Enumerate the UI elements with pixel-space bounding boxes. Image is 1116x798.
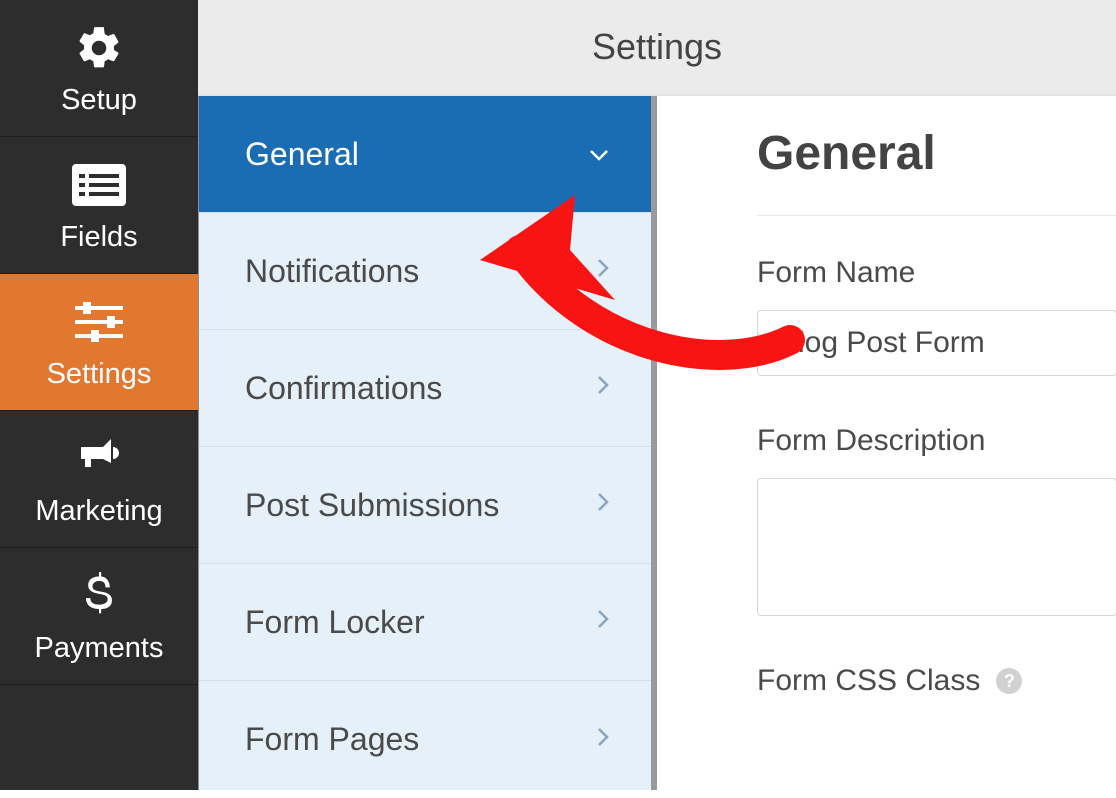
chevron-down-icon — [589, 141, 609, 167]
form-description-input[interactable] — [757, 478, 1116, 616]
sidebar-item-marketing[interactable]: Marketing — [0, 411, 198, 548]
settings-item-label: Notifications — [245, 253, 419, 290]
divider — [757, 215, 1116, 216]
settings-item-label: Confirmations — [245, 370, 442, 407]
sidebar-item-label: Payments — [35, 632, 164, 665]
list-icon — [71, 157, 127, 213]
bullhorn-icon — [72, 431, 126, 487]
settings-item-general[interactable]: General — [199, 96, 651, 213]
sidebar-item-payments[interactable]: Payments — [0, 548, 198, 685]
chevron-right-icon — [597, 492, 609, 518]
main-sidebar: Setup Fields Settings Marketing Payments — [0, 0, 198, 790]
sidebar-item-settings[interactable]: Settings — [0, 274, 198, 411]
sidebar-item-fields[interactable]: Fields — [0, 137, 198, 274]
settings-item-form-pages[interactable]: Form Pages — [199, 681, 651, 798]
form-description-label: Form Description — [757, 424, 1116, 458]
settings-item-label: Post Submissions — [245, 487, 499, 524]
settings-item-form-locker[interactable]: Form Locker — [199, 564, 651, 681]
chevron-right-icon — [597, 727, 609, 753]
settings-item-label: Form Pages — [245, 721, 419, 758]
settings-subpanel: General Notifications Confirmations Post… — [198, 96, 657, 790]
dollar-icon — [81, 568, 117, 624]
sidebar-item-label: Settings — [47, 358, 152, 391]
chevron-right-icon — [597, 258, 609, 284]
sliders-icon — [71, 294, 127, 350]
sidebar-item-label: Marketing — [35, 495, 162, 528]
settings-content: General Form Name Form Description Form … — [663, 96, 1116, 790]
settings-item-notifications[interactable]: Notifications — [199, 213, 651, 330]
settings-item-label: General — [245, 136, 359, 173]
gear-icon — [74, 20, 124, 76]
page-header: Settings — [198, 0, 1116, 96]
content-heading: General — [757, 126, 1116, 181]
page-title: Settings — [592, 26, 722, 68]
settings-item-label: Form Locker — [245, 604, 425, 641]
sidebar-item-label: Setup — [61, 84, 137, 117]
form-css-class-label: Form CSS Class ? — [757, 664, 1116, 698]
form-name-label: Form Name — [757, 256, 1116, 290]
settings-item-confirmations[interactable]: Confirmations — [199, 330, 651, 447]
chevron-right-icon — [597, 375, 609, 401]
sidebar-item-label: Fields — [60, 221, 137, 254]
form-css-class-label-text: Form CSS Class — [757, 664, 980, 698]
sidebar-item-setup[interactable]: Setup — [0, 0, 198, 137]
form-name-input[interactable] — [757, 310, 1116, 376]
help-icon[interactable]: ? — [996, 668, 1022, 694]
chevron-right-icon — [597, 609, 609, 635]
settings-item-post-submissions[interactable]: Post Submissions — [199, 447, 651, 564]
